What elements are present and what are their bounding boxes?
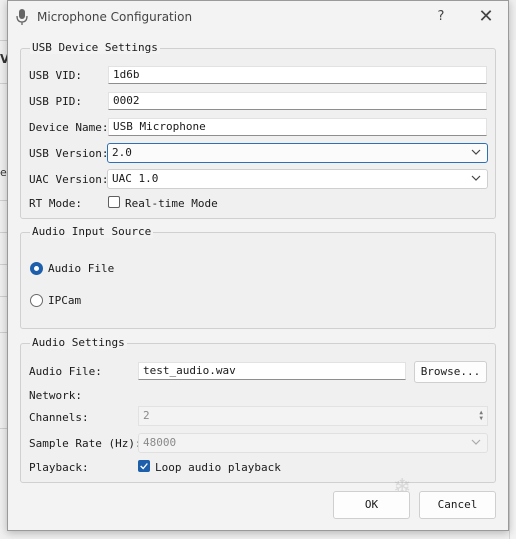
usb-pid-input[interactable]: 0002 xyxy=(108,92,487,110)
ipcam-radio-label[interactable]: IPCam xyxy=(48,294,81,307)
uac-version-label: UAC Version: xyxy=(29,173,109,186)
sample-rate-value: 48000 xyxy=(143,436,177,449)
cancel-button[interactable]: Cancel xyxy=(419,491,496,519)
uac-version-select[interactable]: UAC 1.0 xyxy=(107,169,488,189)
uac-version-value: UAC 1.0 xyxy=(112,172,159,185)
ok-button[interactable]: OK xyxy=(333,491,410,519)
ipcam-radio[interactable] xyxy=(30,294,43,307)
help-button[interactable]: ? xyxy=(429,5,453,29)
usb-version-value: 2.0 xyxy=(112,146,132,159)
audio-settings-group: Audio Settings Audio File: test_audio.wa… xyxy=(20,336,496,483)
device-name-input[interactable]: USB Microphone xyxy=(108,118,487,136)
audio-file-input[interactable]: test_audio.wav xyxy=(138,362,406,380)
device-name-label: Device Name: xyxy=(29,121,109,134)
usb-device-settings-group: USB Device Settings USB VID: 1d6b USB PI… xyxy=(20,41,496,219)
rt-mode-label: RT Mode: xyxy=(29,197,82,210)
window-title: Microphone Configuration xyxy=(37,10,193,24)
realtime-mode-label[interactable]: Real-time Mode xyxy=(125,197,218,210)
channels-spinbox[interactable]: 2 ▲ ▼ xyxy=(138,406,488,426)
playback-label: Playback: xyxy=(29,461,89,474)
usb-vid-input[interactable]: 1d6b xyxy=(108,66,487,84)
group-title: Audio Settings xyxy=(30,336,127,349)
loop-playback-checkbox[interactable] xyxy=(138,460,150,472)
chevron-down-icon xyxy=(471,175,481,181)
group-title: USB Device Settings xyxy=(30,41,160,54)
usb-vid-label: USB VID: xyxy=(29,69,82,82)
channels-label: Channels: xyxy=(29,411,89,424)
channels-value: 2 xyxy=(143,409,150,422)
realtime-mode-checkbox[interactable] xyxy=(108,196,120,208)
close-button[interactable]: ✕ xyxy=(474,5,498,29)
loop-playback-label[interactable]: Loop audio playback xyxy=(155,461,281,474)
usb-version-label: USB Version: xyxy=(29,147,109,160)
chevron-down-icon xyxy=(471,149,481,155)
spin-arrows-icon[interactable]: ▲ ▼ xyxy=(479,410,483,422)
usb-pid-label: USB PID: xyxy=(29,95,82,108)
usb-version-select[interactable]: 2.0 xyxy=(107,143,488,163)
title-bar: Microphone Configuration ? ✕ xyxy=(8,1,508,34)
audio-file-label: Audio File: xyxy=(29,365,102,378)
audio-file-radio[interactable] xyxy=(30,262,43,275)
sample-rate-label: Sample Rate (Hz): xyxy=(29,437,142,450)
audio-file-radio-label[interactable]: Audio File xyxy=(48,262,114,275)
microphone-config-dialog: Microphone Configuration ? ✕ USB Device … xyxy=(7,0,509,531)
chevron-down-icon xyxy=(471,439,481,445)
audio-input-source-group: Audio Input Source Audio File IPCam xyxy=(20,225,496,329)
browse-button[interactable]: Browse... xyxy=(414,361,487,383)
background-scroll-edge xyxy=(509,40,516,539)
checkmark-icon xyxy=(140,463,148,470)
background-text: e xyxy=(0,166,7,179)
group-title: Audio Input Source xyxy=(30,225,154,238)
sample-rate-select[interactable]: 48000 xyxy=(138,433,488,453)
network-label: Network: xyxy=(29,389,82,402)
microphone-icon xyxy=(16,9,28,25)
